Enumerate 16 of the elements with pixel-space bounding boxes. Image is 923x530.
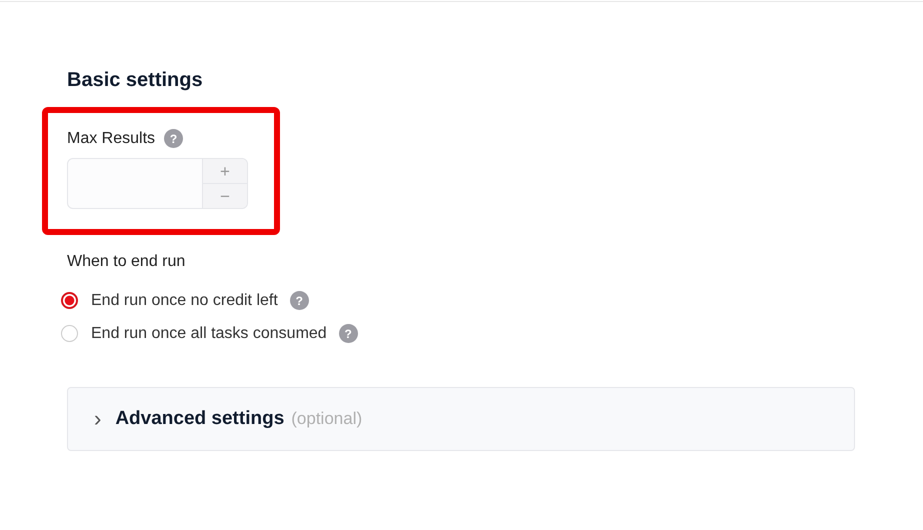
section-title: Basic settings [67,69,204,93]
panel-title: Advanced settings [115,408,284,430]
group-label: When to end run [67,253,186,271]
number-field[interactable]: + − [67,158,248,209]
help-icon[interactable]: ? [290,291,309,310]
advanced-settings-panel[interactable]: › Advanced settings (optional) [67,387,855,451]
chevron-icon: › [94,408,102,430]
radio-label[interactable]: End run once no credit left [91,292,278,310]
help-icon[interactable]: ? [338,324,358,343]
decrement-button[interactable]: − [203,183,247,208]
radio-button[interactable] [61,292,78,309]
radio-label[interactable]: End run once all tasks consumed [91,324,327,342]
increment-button[interactable]: + [203,159,247,183]
optional-note: (optional) [291,409,362,429]
help-icon[interactable]: ? [164,129,184,148]
field-label: Max Results [67,130,156,148]
